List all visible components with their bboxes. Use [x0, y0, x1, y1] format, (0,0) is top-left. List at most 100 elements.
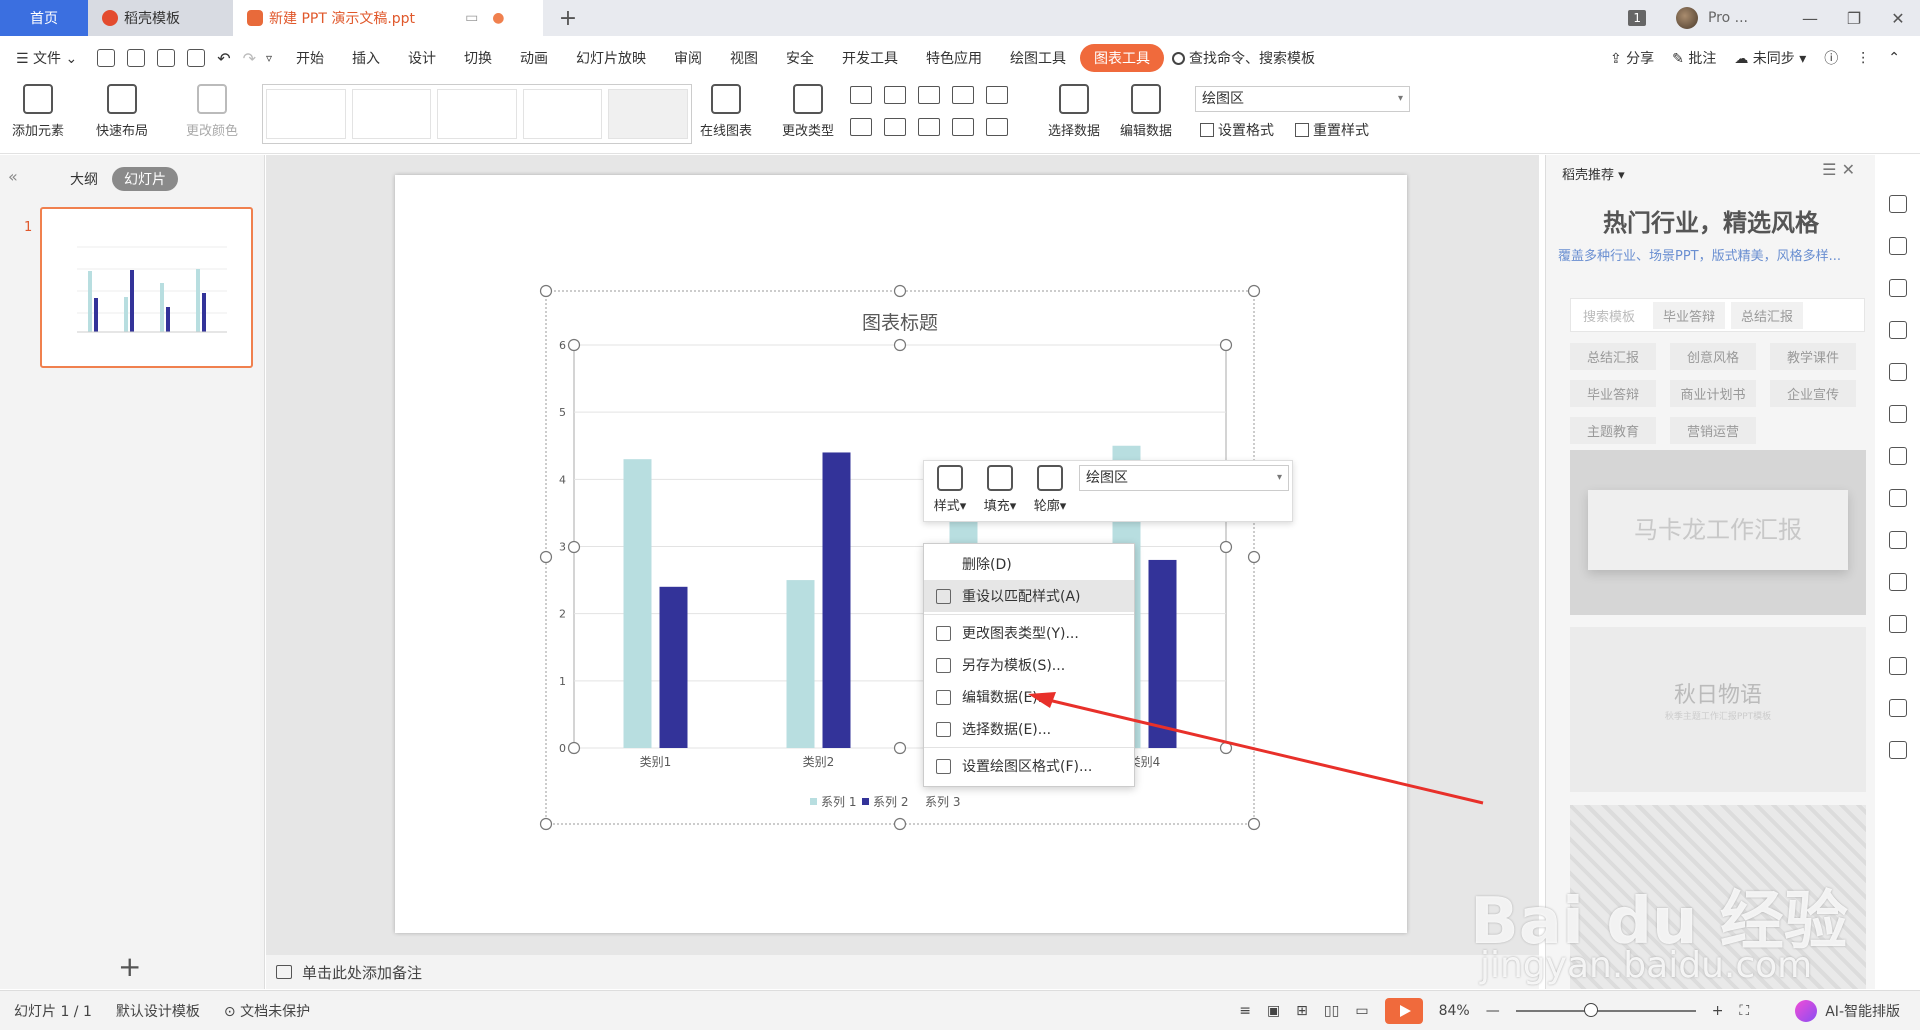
- chart-style-5[interactable]: [608, 89, 688, 139]
- scatter-chart-icon[interactable]: [952, 118, 974, 136]
- chart-style-2[interactable]: [351, 89, 432, 139]
- chart-style-3[interactable]: [437, 89, 517, 139]
- chart-style-4[interactable]: [522, 89, 603, 139]
- picture-icon[interactable]: [1888, 615, 1907, 633]
- add-slide-button[interactable]: +: [118, 950, 141, 983]
- fit-icon[interactable]: ⛶: [1739, 1003, 1749, 1019]
- bar[interactable]: [1148, 559, 1177, 748]
- shape-icon[interactable]: [1888, 279, 1907, 297]
- chart[interactable]: 图表标题 0123456类别1类别2类别3类别4 系列 1系列 2系列 3: [395, 175, 1407, 933]
- ctx-change-type[interactable]: 更改图表类型(Y)...: [924, 617, 1134, 649]
- design-template[interactable]: 默认设计模板: [116, 1001, 200, 1021]
- ctx-reset-style[interactable]: 重设以匹配样式(A): [924, 580, 1134, 612]
- menu-item-1[interactable]: 插入: [338, 48, 394, 68]
- collapse-pane-icon[interactable]: «: [8, 167, 18, 186]
- column-chart-icon[interactable]: [850, 86, 872, 104]
- stacked-chart-icon[interactable]: [884, 118, 906, 136]
- menu-item-6[interactable]: 审阅: [660, 48, 716, 68]
- resize-handle[interactable]: [893, 817, 907, 831]
- settings-icon[interactable]: [1888, 447, 1907, 465]
- edit-data-button[interactable]: 编辑数据: [1120, 84, 1172, 139]
- chart-title[interactable]: 图表标题: [862, 312, 938, 334]
- legend[interactable]: 系列 1 系列 2 系列 3: [810, 795, 960, 809]
- notes-area[interactable]: 单击此处添加备注: [266, 955, 1539, 989]
- outline-button[interactable]: 轮廓▾: [1028, 465, 1072, 514]
- sync-button[interactable]: ☁ 未同步 ▾: [1734, 48, 1806, 68]
- search-chip[interactable]: 总结汇报: [1731, 301, 1804, 329]
- copy-icon[interactable]: [1888, 237, 1907, 255]
- resize-handle[interactable]: [539, 550, 553, 564]
- resize-handle[interactable]: [567, 540, 581, 554]
- reset-style-button[interactable]: 重置样式: [1295, 120, 1369, 140]
- tab-home[interactable]: 首页: [0, 0, 88, 36]
- template-search-input[interactable]: 搜索模板: [1571, 306, 1647, 325]
- tab-slides[interactable]: 幻灯片: [112, 167, 178, 191]
- ctx-save-template[interactable]: 另存为模板(S)...: [924, 649, 1134, 681]
- tag[interactable]: 商业计划书: [1670, 380, 1756, 407]
- tab-template[interactable]: 稻壳模板: [88, 0, 233, 36]
- menu-item-9[interactable]: 开发工具: [828, 48, 912, 68]
- normal-view-icon[interactable]: ▣: [1267, 1003, 1280, 1019]
- ai-layout-button[interactable]: AI-智能排版: [1795, 1000, 1900, 1022]
- print-icon[interactable]: [157, 49, 176, 67]
- menu-item-chart-tools[interactable]: 图表工具: [1080, 44, 1165, 72]
- share-button[interactable]: ⇪ 分享: [1610, 48, 1654, 68]
- preview-icon[interactable]: [187, 49, 206, 67]
- tag[interactable]: 营销运营: [1670, 417, 1756, 444]
- zoom-slider[interactable]: [1515, 1003, 1696, 1017]
- play-button[interactable]: [1384, 998, 1423, 1024]
- ctx-delete[interactable]: 删除(D): [924, 548, 1134, 580]
- file-menu[interactable]: ☰ 文件 ⌄: [0, 48, 91, 68]
- ctx-format-plot-area[interactable]: 设置绘图区格式(F)...: [924, 750, 1134, 782]
- history-icon[interactable]: [1888, 699, 1907, 717]
- slide[interactable]: 图表标题 0123456类别1类别2类别3类别4 系列 1系列 2系列 3: [395, 175, 1407, 933]
- combo-chart-icon[interactable]: [850, 118, 872, 136]
- resize-handle[interactable]: [893, 741, 907, 755]
- bar-chart-icon[interactable]: [884, 86, 906, 104]
- close-icon[interactable]: ✕: [1876, 9, 1920, 28]
- tag[interactable]: 毕业答辩: [1570, 380, 1656, 407]
- menu-item-3[interactable]: 切换: [450, 48, 506, 68]
- resize-handle[interactable]: [567, 741, 581, 755]
- menu-item-5[interactable]: 幻灯片放映: [562, 48, 660, 68]
- line-chart-icon[interactable]: [918, 86, 940, 104]
- help-icon[interactable]: [1888, 741, 1907, 759]
- minimize-icon[interactable]: —: [1788, 9, 1832, 28]
- area-chart-icon[interactable]: [986, 118, 1008, 136]
- user-account[interactable]: Pro ...: [1675, 7, 1748, 29]
- image-icon[interactable]: [1888, 489, 1907, 507]
- resize-handle[interactable]: [1219, 338, 1233, 352]
- tag[interactable]: 教学课件: [1770, 343, 1856, 370]
- resize-handle[interactable]: [893, 338, 907, 352]
- template-search[interactable]: 搜索模板 毕业答辩 总结汇报: [1570, 298, 1865, 332]
- notes-toggle-icon[interactable]: ≡: [1239, 1003, 1251, 1019]
- chart-style-gallery[interactable]: [262, 84, 692, 144]
- undo-icon[interactable]: ↶: [217, 49, 230, 68]
- zoom-level[interactable]: 84%: [1439, 1003, 1470, 1019]
- menu-item-10[interactable]: 特色应用: [912, 48, 996, 68]
- bar[interactable]: [659, 586, 688, 748]
- ctx-select-data[interactable]: 选择数据(E)...: [924, 713, 1134, 745]
- template-card[interactable]: 秋日物语 秋季主题工作汇报PPT模板: [1570, 627, 1866, 792]
- resize-handle[interactable]: [1247, 817, 1261, 831]
- resize-handle[interactable]: [1247, 550, 1261, 564]
- set-format-button[interactable]: 设置格式: [1200, 120, 1274, 140]
- chart-icon[interactable]: [1888, 405, 1907, 423]
- chart-style-1[interactable]: [266, 89, 346, 139]
- text-icon[interactable]: [1888, 321, 1907, 339]
- add-element-button[interactable]: 添加元素: [12, 84, 64, 139]
- present-icon[interactable]: ▭: [465, 10, 478, 26]
- redo-icon[interactable]: ↷: [243, 49, 256, 68]
- radar-chart-icon[interactable]: [952, 86, 974, 104]
- stock-chart-icon[interactable]: [986, 86, 1008, 104]
- resize-handle[interactable]: [1247, 284, 1261, 298]
- tag[interactable]: 企业宣传: [1770, 380, 1856, 407]
- new-tab-button[interactable]: +: [553, 0, 583, 36]
- customize-icon[interactable]: ▿: [266, 51, 272, 65]
- tab-document[interactable]: 新建 PPT 演示文稿.ppt ▭ ●: [233, 0, 543, 36]
- zoom-in-icon[interactable]: +: [1712, 1003, 1724, 1019]
- magic-icon[interactable]: [1888, 195, 1907, 213]
- resize-handle[interactable]: [539, 284, 553, 298]
- reading-view-icon[interactable]: ▯▯: [1324, 1003, 1339, 1019]
- zoom-out-icon[interactable]: —: [1486, 1003, 1500, 1019]
